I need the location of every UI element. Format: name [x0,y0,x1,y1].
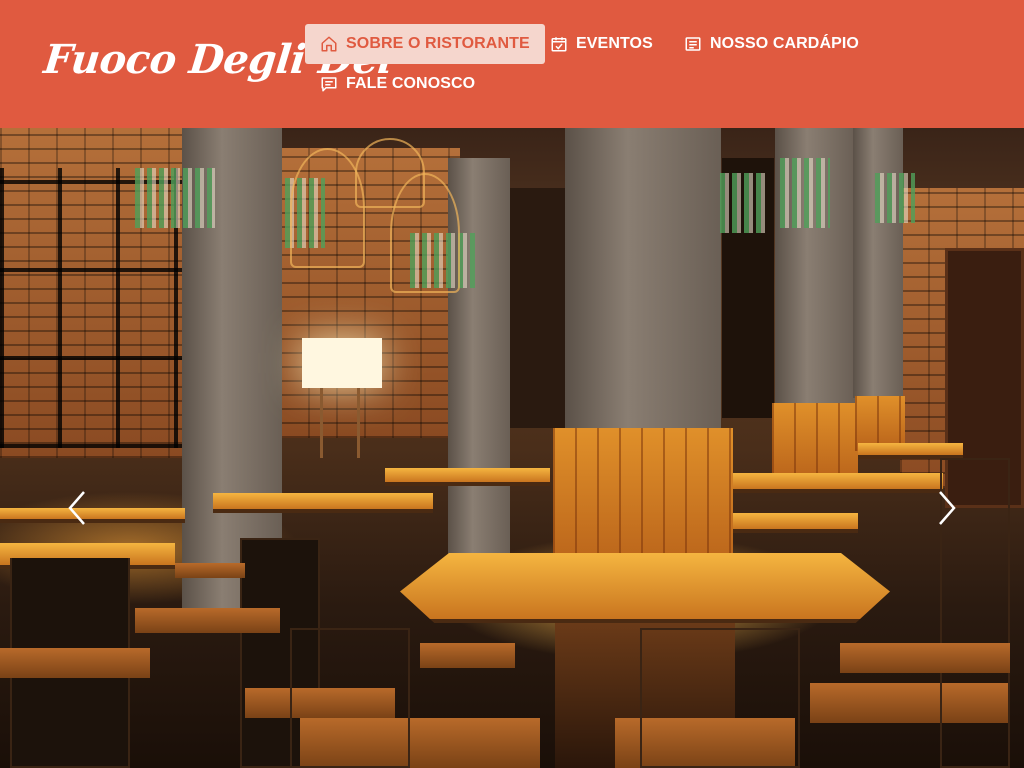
nav-item-eventos[interactable]: EVENTOS [535,24,668,64]
nav-item-cardapio[interactable]: NOSSO CARDÁPIO [669,24,874,64]
nav-item-label: NOSSO CARDÁPIO [710,35,859,52]
calendar-check-icon [551,37,567,52]
site-header: Fuoco Degli Dei SOBRE O RISTORANTE EVENT… [0,0,1024,128]
home-icon [321,36,337,52]
nav-item-label: SOBRE O RISTORANTE [346,35,530,52]
chevron-left-icon [68,491,85,525]
hero-carousel [0,128,1024,768]
nav-item-label: EVENTOS [576,35,653,52]
nav-item-sobre[interactable]: SOBRE O RISTORANTE [305,24,545,64]
carousel-prev-button[interactable] [62,488,92,528]
menu-list-icon [685,37,701,51]
nav-item-contato[interactable]: FALE CONOSCO [305,64,490,104]
chevron-right-icon [939,491,956,525]
chat-icon [321,77,337,92]
nav-item-label: FALE CONOSCO [346,75,476,92]
hero-image [0,128,1024,768]
carousel-next-button[interactable] [932,488,962,528]
